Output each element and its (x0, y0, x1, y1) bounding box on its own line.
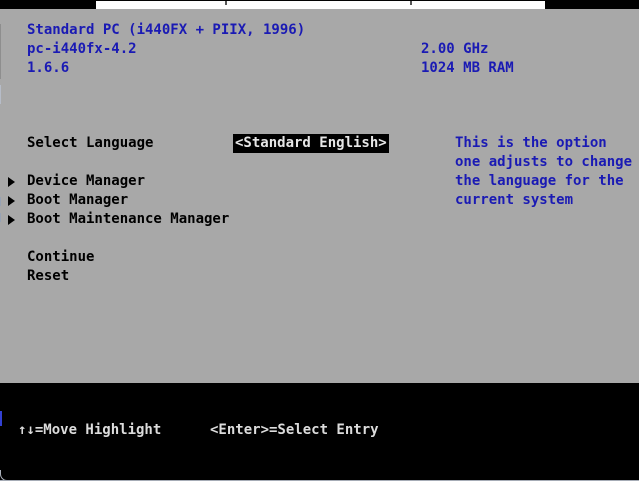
setup-main-panel: Standard PC (i440FX + PIIX, 1996) pc-i44… (0, 9, 639, 383)
menu-item-boot-manager[interactable]: Boot Manager (27, 191, 128, 210)
machine-name: Standard PC (i440FX + PIIX, 1996) (27, 21, 305, 40)
screen-edge-artifact (0, 411, 2, 426)
screen-edge-artifact (0, 197, 1, 206)
menu-item-reset[interactable]: Reset (27, 267, 69, 286)
hint-move-highlight: ↑↓=Move Highlight (18, 421, 161, 440)
screen-edge-artifact (0, 213, 1, 222)
top-edge-strip (0, 0, 639, 9)
submenu-arrow-icon (8, 177, 15, 187)
ram-size: 1024 MB RAM (421, 59, 514, 78)
screen-edge-artifact (0, 24, 1, 79)
firmware-model: pc-i440fx-4.2 (27, 40, 137, 59)
key-hint-bar: ↑↓=Move Highlight <Enter>=Select Entry (0, 383, 639, 481)
submenu-arrow-icon (8, 215, 15, 225)
cpu-speed: 2.00 GHz (421, 40, 488, 59)
tick-mark (410, 1, 412, 5)
help-line: the language for the (455, 172, 624, 191)
hint-select-entry: <Enter>=Select Entry (210, 421, 379, 440)
tick-mark (225, 1, 227, 5)
menu-item-continue[interactable]: Continue (27, 248, 94, 267)
menu-item-device-manager[interactable]: Device Manager (27, 172, 145, 191)
submenu-arrow-icon (8, 196, 15, 206)
menu-item-boot-maintenance-manager[interactable]: Boot Maintenance Manager (27, 210, 229, 229)
help-line: This is the option (455, 134, 607, 153)
help-line: one adjusts to change (455, 153, 632, 172)
select-language-value[interactable]: <Standard English> (233, 134, 389, 153)
screen-edge-artifact (0, 85, 1, 104)
select-language-label[interactable]: Select Language (27, 134, 153, 153)
firmware-setup-screen: Standard PC (i440FX + PIIX, 1996) pc-i44… (0, 0, 639, 481)
help-line: current system (455, 191, 573, 210)
top-scrollback-bar (96, 1, 545, 9)
firmware-version: 1.6.6 (27, 59, 69, 78)
